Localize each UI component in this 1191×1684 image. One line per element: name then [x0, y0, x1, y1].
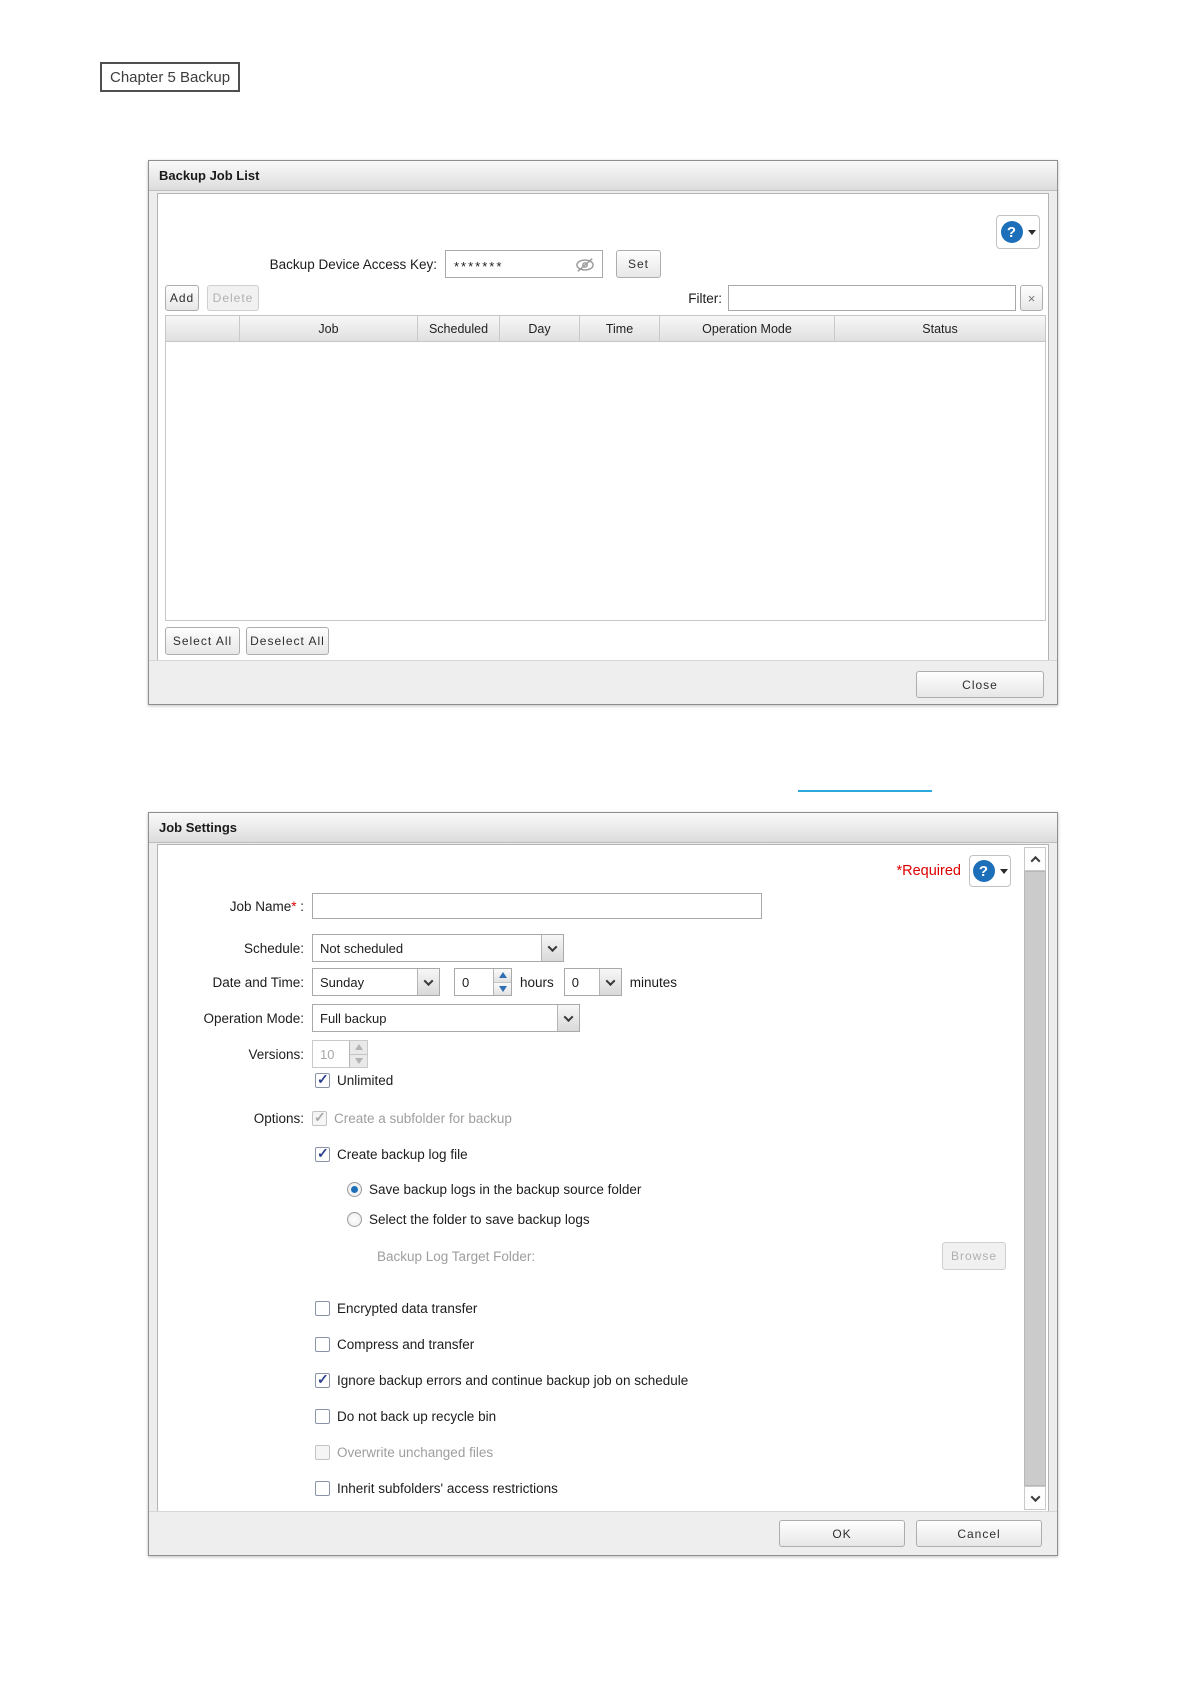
set-button[interactable]: Set [616, 250, 661, 278]
log-source-folder-radio[interactable] [347, 1181, 362, 1197]
access-key-label: Backup Device Access Key: [269, 256, 437, 272]
browse-button[interactable]: Browse [942, 1242, 1006, 1270]
job-name-input[interactable] [312, 893, 762, 919]
day-select[interactable]: Sunday [312, 968, 440, 996]
filter-clear-button[interactable]: × [1020, 285, 1043, 311]
step-up-icon[interactable] [494, 969, 511, 982]
backup-job-list-dialog: Backup Job List ? Backup Device Access K… [148, 160, 1058, 705]
job-settings-dialog: Job Settings *Required ? Job Name* : Sch… [148, 812, 1058, 1556]
access-key-value: ******* [454, 258, 504, 274]
ok-button[interactable]: OK [779, 1520, 905, 1547]
create-subfolder-label: Create a subfolder for backup [334, 1111, 512, 1126]
backup-job-table: Job Scheduled Day Time Operation Mode St… [165, 315, 1046, 621]
scroll-up-icon[interactable] [1024, 847, 1046, 871]
hours-unit-label: hours [520, 974, 554, 990]
deselect-all-button[interactable]: Deselect All [246, 627, 329, 655]
compress-transfer-label: Compress and transfer [337, 1337, 475, 1352]
table-header-row: Job Scheduled Day Time Operation Mode St… [166, 316, 1045, 342]
schedule-label: Schedule: [243, 940, 304, 956]
column-job[interactable]: Job [240, 316, 418, 341]
step-up-icon [350, 1041, 367, 1054]
chevron-down-icon [417, 969, 439, 995]
chevron-down-icon [541, 935, 563, 961]
versions-label: Versions: [248, 1046, 304, 1062]
schedule-select[interactable]: Not scheduled [312, 934, 564, 962]
add-button[interactable]: Add [165, 285, 199, 311]
eye-slash-icon[interactable] [574, 256, 596, 277]
ignore-errors-checkbox[interactable] [315, 1371, 330, 1388]
create-subfolder-checkbox [312, 1109, 327, 1126]
encrypted-transfer-label: Encrypted data transfer [337, 1301, 478, 1316]
column-operation-mode[interactable]: Operation Mode [660, 316, 835, 341]
ignore-errors-label: Ignore backup errors and continue backup… [337, 1373, 689, 1388]
versions-stepper[interactable]: 10 [312, 1040, 368, 1068]
minutes-select[interactable]: 0 [563, 968, 622, 996]
scrollbar[interactable] [1024, 847, 1046, 1510]
inherit-restrictions-checkbox[interactable] [315, 1481, 330, 1496]
help-button[interactable]: ? [996, 215, 1040, 249]
help-button[interactable]: ? [969, 855, 1011, 887]
job-settings-panel: *Required ? Job Name* : Schedule: Not sc… [157, 844, 1049, 1513]
access-key-field[interactable]: ******* [445, 250, 603, 278]
chevron-down-icon [1027, 229, 1036, 235]
chevron-down-icon [557, 1005, 579, 1031]
help-icon: ? [972, 860, 995, 882]
scrollbar-thumb[interactable] [1024, 871, 1046, 1486]
column-select[interactable] [166, 316, 240, 341]
dialog-title: Job Settings [149, 813, 1057, 843]
overwrite-unchanged-checkbox [315, 1445, 330, 1460]
chevron-down-icon [999, 868, 1008, 874]
chevron-down-icon [598, 969, 621, 995]
operation-mode-select[interactable]: Full backup [312, 1004, 580, 1032]
log-select-folder-radio[interactable] [347, 1211, 362, 1227]
filter-input[interactable] [728, 285, 1016, 311]
select-all-button[interactable]: Select All [165, 627, 240, 655]
date-time-label: Date and Time: [212, 974, 304, 990]
column-time[interactable]: Time [580, 316, 660, 341]
inherit-restrictions-label: Inherit subfolders' access restrictions [337, 1481, 558, 1496]
unlimited-label: Unlimited [337, 1073, 394, 1088]
table-body-empty [166, 342, 1045, 620]
no-recycle-bin-label: Do not back up recycle bin [337, 1409, 497, 1424]
delete-button[interactable]: Delete [207, 285, 259, 311]
required-note: *Required [896, 863, 962, 879]
column-status[interactable]: Status [835, 316, 1045, 341]
column-day[interactable]: Day [500, 316, 580, 341]
dialog-title: Backup Job List [149, 161, 1057, 191]
log-select-folder-label: Select the folder to save backup logs [369, 1211, 590, 1227]
log-target-folder-label: Backup Log Target Folder: [377, 1248, 536, 1264]
help-icon: ? [1000, 221, 1023, 243]
create-log-label: Create backup log file [337, 1147, 468, 1162]
step-down-icon [350, 1053, 367, 1067]
hours-stepper[interactable]: 0 [454, 968, 512, 996]
options-label: Options: [253, 1111, 304, 1126]
column-scheduled[interactable]: Scheduled [418, 316, 500, 341]
create-log-checkbox[interactable] [315, 1145, 330, 1162]
filter-label: Filter: [688, 290, 722, 306]
scroll-down-icon[interactable] [1024, 1486, 1046, 1510]
compress-transfer-checkbox[interactable] [315, 1337, 330, 1352]
cancel-button[interactable]: Cancel [916, 1520, 1042, 1547]
unlimited-checkbox[interactable] [315, 1071, 330, 1088]
no-recycle-bin-checkbox[interactable] [315, 1409, 330, 1424]
step-down-icon[interactable] [494, 981, 511, 995]
close-button[interactable]: Close [916, 671, 1044, 698]
encrypted-transfer-checkbox[interactable] [315, 1301, 330, 1316]
job-name-label: Job Name* : [229, 898, 304, 914]
overwrite-unchanged-label: Overwrite unchanged files [337, 1445, 494, 1460]
log-source-folder-label: Save backup logs in the backup source fo… [369, 1181, 642, 1197]
minutes-unit-label: minutes [629, 974, 678, 990]
operation-mode-label: Operation Mode: [203, 1010, 304, 1026]
chapter-label: Chapter 5 Backup [100, 62, 241, 92]
backup-job-list-panel: ? Backup Device Access Key: ******* Set … [157, 193, 1049, 662]
blue-divider [798, 790, 932, 792]
